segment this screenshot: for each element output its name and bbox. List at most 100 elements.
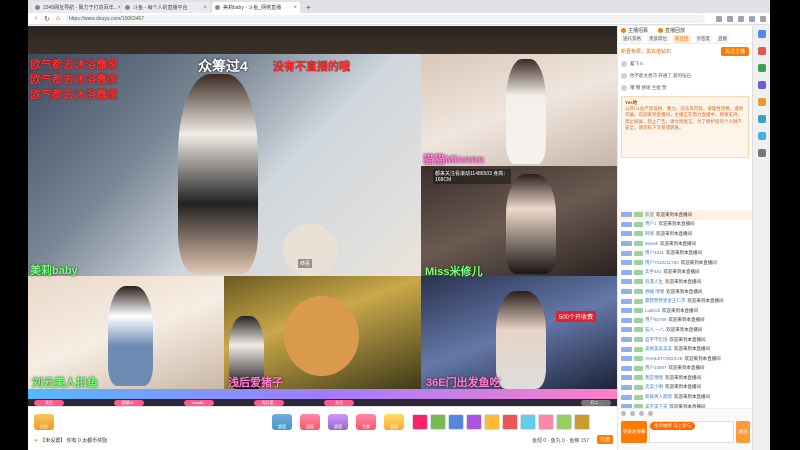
tab-room[interactable]: 美莉baby - 斗鱼_网络直播 × — [212, 2, 300, 13]
chat-nickname[interactable]: VASILETONGXUE — [645, 356, 683, 361]
tab-fans[interactable]: 粉丝团 — [673, 35, 691, 43]
shopping-icon[interactable] — [757, 47, 766, 55]
menu-icon[interactable] — [760, 15, 766, 22]
chat-message-list[interactable]: 欢迎 欢迎来到本直播间 用户1 欢迎来到本直播间 阿啊 欢迎来到本直播间 Wwwk 欢迎来到本… — [618, 210, 753, 408]
fan-badge — [634, 260, 643, 266]
video-stage[interactable]: 恭喜 500个开收费 欧气都去沐浴露家 欧气都去沐浴露家 欧气都去沐浴露家 众筹… — [28, 26, 617, 406]
chat-nickname[interactable]: Wwwk — [645, 241, 658, 246]
gift-stats: 鱼翅 0 · 鱼丸 0 · 鱼粮 157 — [532, 438, 589, 444]
gift-item[interactable] — [466, 414, 482, 430]
recruit-link[interactable]: 主播招募 — [628, 27, 648, 34]
cat-label: 恭喜 — [298, 259, 313, 268]
close-icon[interactable]: × — [118, 5, 120, 11]
fan-badge — [634, 346, 643, 352]
gift-category-fishing[interactable]: 钓鱼 — [34, 414, 54, 430]
gift-bar: 钓鱼 超值 超值 超值 专属 超值 ✦ 【未设置】 你有 0 太都币奖励 鱼翅 … — [28, 406, 617, 450]
chat-nickname[interactable]: 赢赞赞赞星星王仁杰 — [645, 298, 686, 304]
gift-item[interactable] — [574, 414, 590, 430]
avatar[interactable]: MissM... — [184, 399, 214, 406]
tools-icon[interactable] — [757, 64, 766, 72]
refresh-icon[interactable]: ↻ — [43, 15, 51, 23]
chat-nickname[interactable]: 卖菜小明 — [645, 384, 663, 390]
video-cell-d[interactable] — [28, 276, 224, 389]
fan-badge-icon[interactable] — [639, 411, 644, 416]
chat-nickname[interactable]: 阿啊 — [645, 231, 654, 237]
chat-nickname[interactable]: 用户7010211750 — [645, 260, 679, 266]
user-level-badge — [621, 212, 632, 218]
settings-icon[interactable] — [648, 411, 653, 416]
avatar[interactable]: 关注 — [324, 399, 354, 406]
chat-nickname[interactable]: 用户1 — [645, 221, 657, 227]
replay-link[interactable]: 直播回放 — [665, 27, 685, 34]
chat-nickname[interactable]: 用户65789 — [645, 317, 667, 323]
chat-nickname[interactable]: 浪漫人生 — [645, 279, 663, 285]
follow-button[interactable]: 关注主播 — [720, 46, 749, 56]
video-cell-b[interactable] — [421, 54, 617, 166]
user-level-badge — [621, 327, 632, 333]
lottery-bubble[interactable]: 金币抽奖 马上参与 — [650, 422, 696, 430]
close-icon[interactable]: × — [293, 5, 297, 11]
gift-item[interactable] — [484, 414, 500, 430]
gift-item[interactable] — [412, 414, 428, 430]
tab-intimacy[interactable]: 亲密度 — [694, 35, 712, 43]
favorites-icon[interactable] — [727, 15, 733, 22]
tab-noble[interactable]: 贵族席位 — [647, 35, 669, 43]
send-button[interactable]: 发送 — [736, 421, 750, 443]
chat-nickname[interactable]: 新鲜男人嗯嗯 — [645, 394, 672, 400]
extension-icon[interactable] — [716, 15, 722, 22]
chat-nickname[interactable]: 我是嘿嘿 — [645, 375, 663, 381]
url-bar[interactable]: https://www.douyu.com/10063467 — [65, 14, 705, 23]
chat-nickname[interactable]: 用户4321 — [645, 250, 664, 256]
avatar[interactable]: 开二... — [581, 399, 611, 406]
avatar[interactable]: 猫猫Mi... — [114, 399, 144, 406]
avatar[interactable]: 浅后爱... — [254, 399, 284, 406]
games-icon[interactable] — [757, 81, 766, 89]
chat-nickname[interactable]: 蓝宇不吃饱 — [645, 337, 668, 343]
tab-gift-qualification[interactable]: 送礼资格 — [621, 35, 643, 43]
login-button[interactable]: 登录发弹幕 — [621, 421, 647, 443]
tab-2345[interactable]: 2345网址导航 - 致力于打造百年... × — [32, 2, 120, 13]
video-cell-e[interactable] — [224, 276, 421, 389]
tab-douyu[interactable]: 斗鱼 - 每个人的直播平台 × — [122, 2, 210, 13]
emoji-icon[interactable] — [621, 411, 626, 416]
tab-live[interactable]: 直播 — [716, 35, 729, 43]
drop-icon[interactable] — [757, 132, 766, 140]
gift-category[interactable]: 超值 — [328, 414, 348, 430]
home-icon[interactable]: ⌂ — [54, 15, 62, 22]
office-icon[interactable] — [757, 98, 766, 106]
gift-category[interactable]: 专属 — [356, 414, 376, 430]
overlay-text: 没有不直播的哦 — [273, 61, 350, 73]
chat-message: 用户1 欢迎来到本直播间 — [618, 220, 753, 230]
chat-nickname[interactable]: 美格美美美美 — [645, 346, 672, 352]
chat-message: 卖菜小明 欢迎来到本直播间 — [618, 383, 753, 393]
recharge-button[interactable]: 充值 — [596, 435, 613, 444]
close-icon[interactable]: × — [203, 5, 207, 11]
gift-category[interactable]: 超值 — [300, 414, 320, 430]
gift-item[interactable] — [556, 414, 572, 430]
collections-icon[interactable] — [738, 15, 744, 22]
profile-icon[interactable] — [749, 15, 755, 22]
gift-item[interactable] — [520, 414, 536, 430]
gift-category[interactable]: 超值 — [384, 414, 404, 430]
chat-nickname[interactable]: 卖手481 — [645, 269, 662, 275]
search-icon[interactable] — [757, 30, 766, 38]
chat-nickname[interactable]: LuBrick — [645, 308, 660, 313]
gift-item[interactable] — [430, 414, 446, 430]
chat-nickname[interactable]: 猫人 一八 — [645, 327, 664, 333]
chat-nickname[interactable]: 想睡 嘿嘿 — [645, 289, 664, 295]
new-tab-button[interactable]: + — [302, 3, 315, 13]
add-icon[interactable] — [757, 149, 766, 157]
gift-category[interactable]: 超值 — [272, 414, 292, 430]
avatar[interactable]: 关注 — [34, 399, 64, 406]
video-cell-f[interactable]: 500个开收费 — [421, 276, 617, 389]
chat-text: 欢迎来到本直播间 — [668, 365, 705, 371]
chat-nickname[interactable]: 欢迎 — [645, 212, 654, 218]
chat-nickname[interactable]: 用户34567 — [645, 365, 667, 371]
back-icon[interactable]: ‹ — [32, 15, 40, 22]
color-icon[interactable] — [630, 411, 635, 416]
gift-item[interactable] — [448, 414, 464, 430]
chat-text: 欢迎来到本直播间 — [665, 278, 701, 284]
outlook-icon[interactable] — [757, 115, 766, 123]
gift-item[interactable] — [502, 414, 518, 430]
gift-item[interactable] — [538, 414, 554, 430]
